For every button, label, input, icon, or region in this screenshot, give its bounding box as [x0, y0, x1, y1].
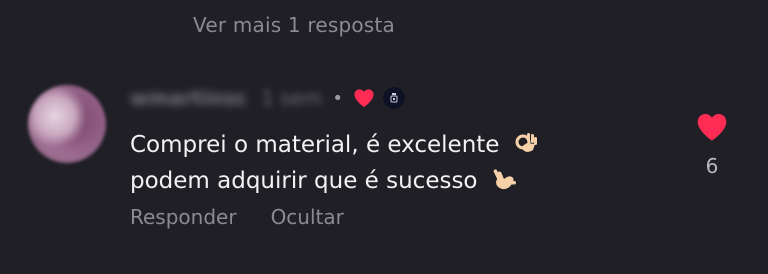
comment-thread: Ver mais 1 resposta wmartinsc 1 sem • Co… — [0, 0, 768, 274]
call-me-hand-icon — [493, 169, 516, 190]
like-count: 6 — [705, 154, 719, 178]
view-more-replies-link[interactable]: Ver mais 1 resposta — [193, 13, 395, 37]
like-control: 6 — [693, 112, 731, 178]
ok-hand-icon — [515, 133, 537, 152]
comment-body: Comprei o material, é excelente podem ad… — [130, 127, 650, 199]
avatar[interactable] — [28, 85, 106, 163]
comment-line-1: Comprei o material, é excelente — [130, 127, 650, 163]
comment-meta: wmartinsc 1 sem • — [130, 84, 406, 112]
comment-text-line-1: Comprei o material, é excelente — [130, 132, 500, 158]
liked-by-creator-heart-icon — [354, 89, 374, 108]
like-heart-icon[interactable] — [695, 112, 729, 142]
creator-avatar-icon — [383, 87, 406, 109]
reply-button[interactable]: Responder — [130, 205, 237, 229]
comment-line-2: podem adquirir que é sucesso — [130, 163, 650, 199]
meta-separator: • — [332, 87, 344, 109]
comment-text-line-2: podem adquirir que é sucesso — [130, 168, 478, 194]
comment-actions: Responder Ocultar — [130, 205, 344, 229]
username[interactable]: wmartinsc — [130, 86, 247, 110]
comment-timestamp: 1 sem — [261, 86, 323, 110]
hide-button[interactable]: Ocultar — [271, 205, 344, 229]
